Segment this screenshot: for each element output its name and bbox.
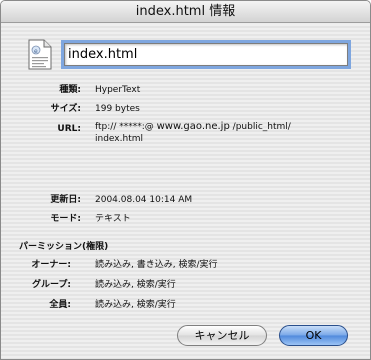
url-filename: index.html <box>95 134 143 144</box>
modified-value: 2004.08.04 10:14 AM <box>95 195 193 205</box>
size-value: 199 bytes <box>95 104 140 114</box>
url-label: URL: <box>57 124 81 134</box>
owner-permissions: 読み込み, 書き込み, 検索/実行 <box>95 260 218 270</box>
modified-label: 更新日: <box>50 195 81 205</box>
url-suffix: /public_html/ <box>229 122 291 132</box>
file-info-dialog: index.html 情報 e index.html 種類: HyperText… <box>0 0 371 360</box>
cancel-button[interactable]: キャンセル <box>177 325 267 346</box>
kind-value: HyperText <box>95 85 141 95</box>
url-prefix: ftp:// *****:@ <box>95 122 157 132</box>
everyone-permissions: 読み込み, 検索/実行 <box>95 300 176 310</box>
url-host: www.gao.ne.jp <box>156 121 230 132</box>
ok-button[interactable]: OK <box>279 325 348 346</box>
group-permissions: 読み込み, 検索/実行 <box>95 280 176 290</box>
svg-text:e: e <box>34 48 38 55</box>
dialog-body: e index.html 種類: HyperText サイズ: 199 byte… <box>1 24 370 359</box>
filename-input[interactable]: index.html <box>64 43 348 66</box>
owner-label: オーナー: <box>31 260 71 270</box>
window-title: index.html 情報 <box>1 1 370 23</box>
mode-value: テキスト <box>95 214 131 224</box>
url-value: ftp:// *****:@ www.gao.ne.jp /public_htm… <box>95 121 355 145</box>
group-label: グループ: <box>31 280 71 290</box>
everyone-label: 全員: <box>49 300 71 310</box>
permissions-heading: パーミッション(権限) <box>19 242 109 252</box>
mode-label: モード: <box>50 214 81 224</box>
kind-label: 種類: <box>59 85 81 95</box>
size-label: サイズ: <box>50 104 81 114</box>
document-icon: e <box>28 39 52 70</box>
